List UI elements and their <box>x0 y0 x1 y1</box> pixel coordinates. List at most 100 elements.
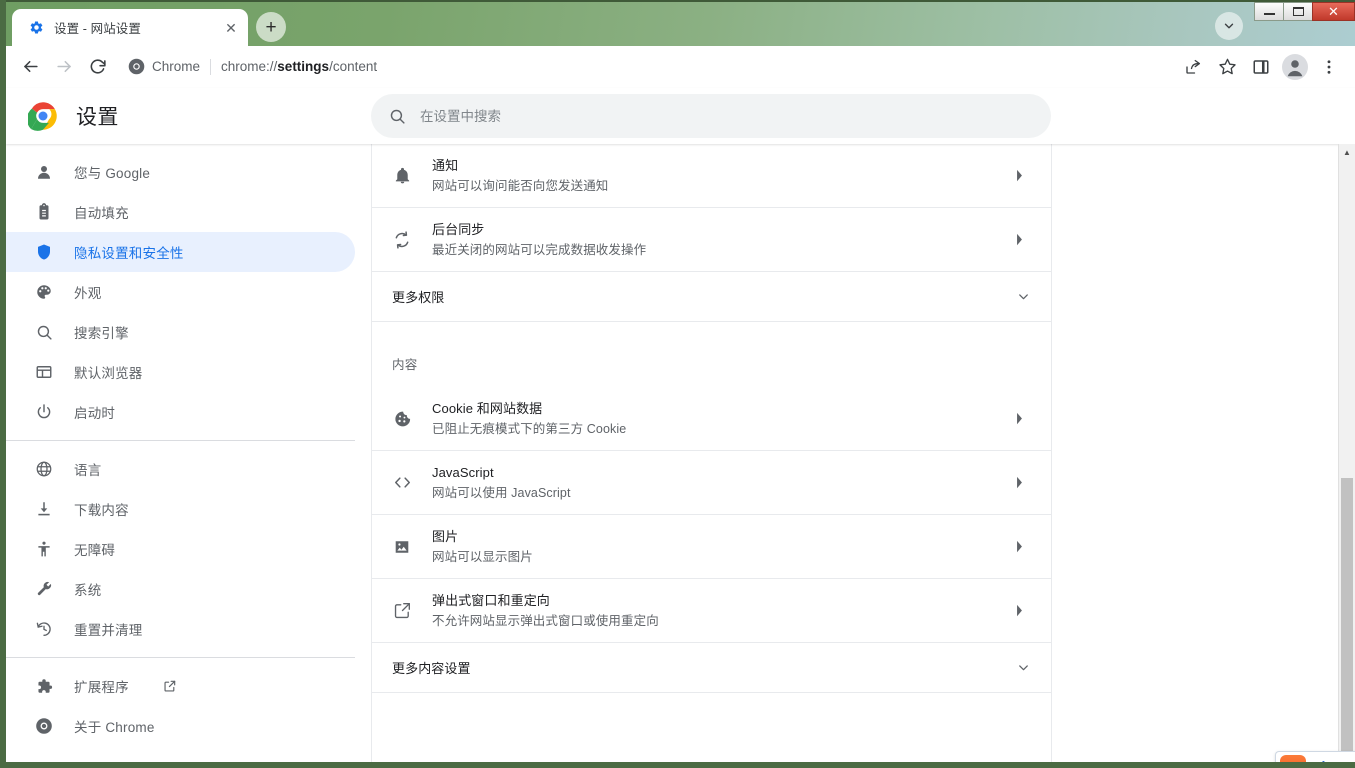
puzzle-icon <box>34 676 54 696</box>
settings-search[interactable] <box>371 94 1051 138</box>
sidebar-item-label: 扩展程序 <box>74 680 129 695</box>
sidebar-item-label: 隐私设置和安全性 <box>74 246 184 261</box>
tab-strip: 设置 - 网站设置 ✕ + ✕ <box>6 0 1355 46</box>
reload-button[interactable] <box>82 51 114 83</box>
sidebar-item-label: 外观 <box>74 286 102 301</box>
setting-row-notifications[interactable]: 通知 网站可以询问能否向您发送通知 <box>372 144 1051 208</box>
bookmark-button[interactable] <box>1211 51 1243 83</box>
setting-row-title: JavaScript <box>432 464 494 480</box>
settings-sidebar: 您与 Google 自动填充 隐私设置和安全性 外观 搜索引擎 默认浏览器 启动… <box>6 144 371 762</box>
setting-row-text: 通知 网站可以询问能否向您发送通知 <box>432 156 1007 196</box>
sidebar-item-label: 默认浏览器 <box>74 366 143 381</box>
setting-row-subtitle: 网站可以使用 JavaScript <box>432 485 571 500</box>
chevron-down-icon[interactable] <box>1016 289 1031 304</box>
site-chip[interactable]: Chrome <box>128 58 200 75</box>
sidebar-item-appearance[interactable]: 外观 <box>6 272 355 312</box>
chevron-right-icon[interactable] <box>1007 540 1031 553</box>
setting-row-background-sync[interactable]: 后台同步 最近关闭的网站可以完成数据收发操作 <box>372 208 1051 272</box>
close-window-button[interactable]: ✕ <box>1312 2 1355 21</box>
chevron-right-icon[interactable] <box>1007 412 1031 425</box>
sidebar-item-downloads[interactable]: 下载内容 <box>6 489 355 529</box>
chevron-right-icon[interactable] <box>1007 604 1031 617</box>
clipboard-icon <box>34 202 54 222</box>
setting-row-subtitle: 不允许网站显示弹出式窗口或使用重定向 <box>432 613 659 628</box>
sidebar-item-label: 无障碍 <box>74 543 116 558</box>
sidebar-item-extensions[interactable]: 扩展程序 <box>6 666 355 706</box>
browser-menu-button[interactable] <box>1313 51 1345 83</box>
page-title: 设置 <box>76 106 119 129</box>
setting-row-title: 通知 <box>432 157 459 173</box>
scrollbar-thumb[interactable] <box>1341 478 1353 758</box>
sidebar-divider <box>6 657 355 658</box>
reload-icon <box>90 59 106 74</box>
shield-icon <box>34 242 54 262</box>
sidebar-item-about-chrome[interactable]: 关于 Chrome <box>6 706 355 746</box>
setting-row-title: 图片 <box>432 528 459 544</box>
sidebar-item-search-engine[interactable]: 搜索引擎 <box>6 312 355 352</box>
setting-row-text: 后台同步 最近关闭的网站可以完成数据收发操作 <box>432 220 1007 260</box>
globe-icon <box>34 459 54 479</box>
plus-icon: + <box>265 16 277 38</box>
setting-row-title: Cookie 和网站数据 <box>432 400 543 416</box>
setting-row-subtitle: 网站可以询问能否向您发送通知 <box>432 178 609 193</box>
maximize-button[interactable] <box>1283 2 1312 21</box>
search-icon <box>389 108 406 125</box>
bell-icon <box>372 166 432 185</box>
sidebar-item-privacy-and-security[interactable]: 隐私设置和安全性 <box>6 232 355 272</box>
setting-row-popups-redirects[interactable]: 弹出式窗口和重定向 不允许网站显示弹出式窗口或使用重定向 <box>372 579 1051 643</box>
chevron-right-icon[interactable] <box>1007 476 1031 489</box>
profile-button[interactable] <box>1279 51 1311 83</box>
sidebar-item-system[interactable]: 系统 <box>6 569 355 609</box>
setting-row-cookies[interactable]: Cookie 和网站数据 已阻止无痕模式下的第三方 Cookie <box>372 387 1051 451</box>
palette-icon <box>34 282 54 302</box>
tab-search-button[interactable] <box>1215 12 1243 40</box>
chrome-icon <box>128 58 145 75</box>
sidebar-item-you-and-google[interactable]: 您与 Google <box>6 152 355 192</box>
setting-row-title: 弹出式窗口和重定向 <box>432 592 550 608</box>
setting-row-javascript[interactable]: JavaScript 网站可以使用 JavaScript <box>372 451 1051 515</box>
wrench-icon <box>34 579 54 599</box>
url-suffix: /content <box>329 59 378 74</box>
site-chip-label: Chrome <box>152 59 201 74</box>
sogou-logo-icon: S <box>1279 755 1306 762</box>
side-panel-button[interactable] <box>1245 51 1277 83</box>
sidebar-item-accessibility[interactable]: 无障碍 <box>6 529 355 569</box>
sogou-ime-toolbar[interactable]: S 中 °, <box>1274 751 1355 762</box>
scroll-up-button[interactable]: ▲ <box>1339 144 1355 161</box>
share-button[interactable] <box>1177 51 1209 83</box>
sidebar-item-label: 搜索引擎 <box>74 326 129 341</box>
chrome-logo <box>28 101 58 131</box>
setting-row-images[interactable]: 图片 网站可以显示图片 <box>372 515 1051 579</box>
vertical-scrollbar[interactable]: ▲ ▼ <box>1338 144 1355 762</box>
forward-button[interactable] <box>48 51 80 83</box>
settings-body: 您与 Google 自动填充 隐私设置和安全性 外观 搜索引擎 默认浏览器 启动… <box>6 144 1355 762</box>
sidebar-item-on-startup[interactable]: 启动时 <box>6 392 355 432</box>
gear-icon <box>28 20 44 36</box>
settings-main: 通知 网站可以询问能否向您发送通知 后台同步 最近关闭的网站可以完成数据收发操作… <box>371 144 1355 762</box>
sidebar-item-reset-and-cleanup[interactable]: 重置并清理 <box>6 609 355 649</box>
chrome-logo-glyph <box>28 102 57 131</box>
sidebar-item-languages[interactable]: 语言 <box>6 449 355 489</box>
sidebar-item-autofill[interactable]: 自动填充 <box>6 192 355 232</box>
ime-language-mode[interactable]: 中 <box>1316 756 1332 762</box>
address-bar[interactable]: Chrome chrome://settings/content <box>124 53 1169 81</box>
chevron-down-icon[interactable] <box>1016 660 1031 675</box>
sidebar-item-default-browser[interactable]: 默认浏览器 <box>6 352 355 392</box>
minimize-button[interactable] <box>1254 2 1283 21</box>
setting-row-title: 后台同步 <box>432 221 485 237</box>
download-icon <box>34 499 54 519</box>
expander-more-permissions[interactable]: 更多权限 <box>372 272 1051 322</box>
back-button[interactable] <box>14 51 46 83</box>
chevron-right-icon[interactable] <box>1007 169 1031 182</box>
share-icon <box>1186 59 1201 74</box>
close-icon[interactable]: ✕ <box>220 17 242 39</box>
browser-tab[interactable]: 设置 - 网站设置 ✕ <box>12 9 248 46</box>
window-controls: ✕ <box>1254 2 1355 21</box>
chrome-icon <box>34 716 54 736</box>
sidebar-divider <box>6 440 355 441</box>
chevron-right-icon[interactable] <box>1007 233 1031 246</box>
search-input[interactable] <box>420 108 1033 124</box>
new-tab-button[interactable]: + <box>256 12 286 42</box>
expander-more-content-settings[interactable]: 更多内容设置 <box>372 643 1051 693</box>
browser-toolbar: Chrome chrome://settings/content <box>6 46 1355 88</box>
